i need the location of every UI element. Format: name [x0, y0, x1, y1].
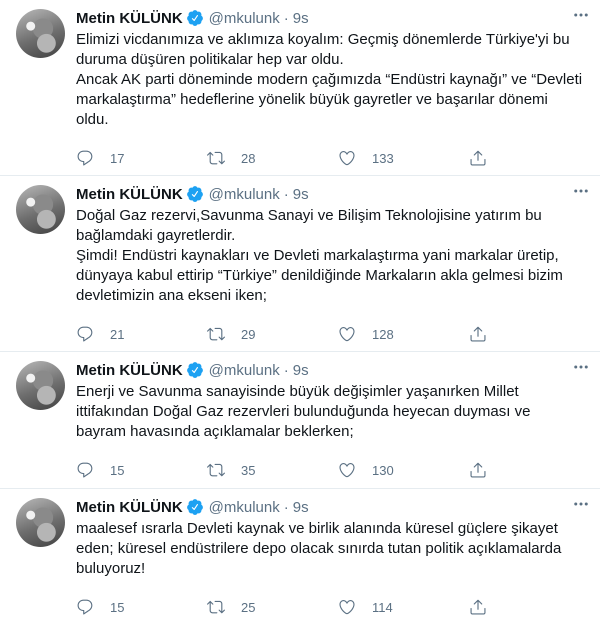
tweet-timestamp[interactable]: 9s: [293, 186, 309, 203]
more-options-icon[interactable]: [572, 358, 590, 376]
avatar[interactable]: [16, 498, 65, 547]
tweet-header: Metin KÜLÜNK @mkulunk · 9s: [76, 7, 584, 29]
retweet-button[interactable]: 29: [207, 325, 338, 343]
heart-icon: [339, 463, 355, 478]
tweet-content: Metin KÜLÜNK @mkulunk · 9s Elimizi vicda…: [76, 7, 584, 168]
share-button[interactable]: [469, 461, 487, 479]
tweet-timestamp[interactable]: 9s: [293, 362, 309, 379]
retweet-button[interactable]: 28: [207, 149, 338, 167]
reply-button[interactable]: 17: [76, 149, 207, 167]
tweet-1[interactable]: Metin KÜLÜNK @mkulunk · 9s Elimizi vicda…: [0, 0, 600, 176]
verified-badge-icon: [186, 185, 204, 203]
verified-badge-icon: [186, 361, 204, 379]
reply-icon: [77, 599, 93, 615]
tweet-paragraph: maalesef ısrarla Devleti kaynak ve birli…: [76, 520, 562, 577]
tweet-content: Metin KÜLÜNK @mkulunk · 9s maalesef ısra…: [76, 496, 584, 617]
like-button[interactable]: 128: [338, 325, 469, 343]
more-options-icon[interactable]: [572, 6, 590, 24]
like-count: 130: [372, 462, 394, 478]
author-handle[interactable]: @mkulunk: [209, 362, 280, 379]
share-icon: [470, 599, 486, 615]
tweet-content: Metin KÜLÜNK @mkulunk · 9s Enerji ve Sav…: [76, 359, 584, 480]
tweet-paragraph: Elimizi vicdanımıza ve aklımıza koyalım:…: [76, 31, 570, 68]
share-button[interactable]: [469, 325, 487, 343]
reply-count: 21: [110, 326, 125, 342]
like-count: 128: [372, 326, 394, 342]
retweet-count: 35: [241, 462, 256, 478]
retweet-count: 29: [241, 326, 256, 342]
reply-icon: [77, 462, 93, 478]
tweet-timestamp[interactable]: 9s: [293, 499, 309, 516]
share-icon: [470, 326, 486, 342]
tweet-actions: 15 35 130: [76, 460, 584, 480]
retweet-count: 25: [241, 599, 256, 615]
tweet-header: Metin KÜLÜNK @mkulunk · 9s: [76, 183, 584, 205]
tweet-paragraph: Doğal Gaz rezervi,Savunma Sanayi ve Bili…: [76, 207, 542, 244]
tweet-text: maalesef ısrarla Devleti kaynak ve birli…: [76, 519, 584, 579]
like-button[interactable]: 130: [338, 461, 469, 479]
separator-dot: ·: [283, 498, 289, 516]
retweet-count: 28: [241, 150, 256, 166]
separator-dot: ·: [283, 9, 289, 27]
share-button[interactable]: [469, 598, 487, 616]
tweet-3[interactable]: Metin KÜLÜNK @mkulunk · 9s Enerji ve Sav…: [0, 352, 600, 489]
share-icon: [470, 462, 486, 478]
author-name[interactable]: Metin KÜLÜNK: [76, 10, 183, 27]
avatar[interactable]: [16, 361, 65, 410]
share-icon: [470, 150, 486, 166]
tweet-header: Metin KÜLÜNK @mkulunk · 9s: [76, 359, 584, 381]
more-options-icon[interactable]: [572, 182, 590, 200]
share-button[interactable]: [469, 149, 487, 167]
tweet-text: Elimizi vicdanımıza ve aklımıza koyalım:…: [76, 30, 584, 130]
tweet-4[interactable]: Metin KÜLÜNK @mkulunk · 9s maalesef ısra…: [0, 489, 600, 624]
retweet-button[interactable]: 25: [207, 598, 338, 616]
tweet-paragraph: Enerji ve Savunma sanayisinde büyük deği…: [76, 383, 531, 440]
retweet-icon: [207, 600, 225, 614]
like-button[interactable]: 133: [338, 149, 469, 167]
reply-button[interactable]: 15: [76, 461, 207, 479]
heart-icon: [339, 327, 355, 342]
tweet-text: Enerji ve Savunma sanayisinde büyük deği…: [76, 382, 584, 442]
more-options-icon[interactable]: [572, 495, 590, 513]
verified-badge-icon: [186, 498, 204, 516]
author-name[interactable]: Metin KÜLÜNK: [76, 362, 183, 379]
reply-count: 15: [110, 462, 125, 478]
separator-dot: ·: [283, 185, 289, 203]
retweet-button[interactable]: 35: [207, 461, 338, 479]
tweet-timestamp[interactable]: 9s: [293, 10, 309, 27]
tweet-header: Metin KÜLÜNK @mkulunk · 9s: [76, 496, 584, 518]
heart-icon: [339, 600, 355, 615]
avatar[interactable]: [16, 185, 65, 234]
reply-count: 15: [110, 599, 125, 615]
reply-button[interactable]: 15: [76, 598, 207, 616]
tweet-actions: 15 25 114: [76, 597, 584, 617]
verified-badge-icon: [186, 9, 204, 27]
reply-button[interactable]: 21: [76, 325, 207, 343]
author-handle[interactable]: @mkulunk: [209, 186, 280, 203]
retweet-icon: [207, 463, 225, 477]
retweet-icon: [207, 327, 225, 341]
tweet-feed: Metin KÜLÜNK @mkulunk · 9s Elimizi vicda…: [0, 0, 600, 624]
reply-icon: [77, 326, 93, 342]
separator-dot: ·: [283, 361, 289, 379]
tweet-actions: 21 29 128: [76, 324, 584, 344]
tweet-content: Metin KÜLÜNK @mkulunk · 9s Doğal Gaz rez…: [76, 183, 584, 344]
avatar[interactable]: [16, 9, 65, 58]
like-count: 114: [372, 599, 393, 615]
author-name[interactable]: Metin KÜLÜNK: [76, 186, 183, 203]
tweet-actions: 17 28 133: [76, 148, 584, 168]
tweet-2[interactable]: Metin KÜLÜNK @mkulunk · 9s Doğal Gaz rez…: [0, 176, 600, 352]
author-handle[interactable]: @mkulunk: [209, 499, 280, 516]
heart-icon: [339, 151, 355, 166]
tweet-paragraph: Ancak AK parti döneminde modern çağımızd…: [76, 71, 583, 128]
author-handle[interactable]: @mkulunk: [209, 10, 280, 27]
reply-icon: [77, 150, 93, 166]
like-count: 133: [372, 150, 394, 166]
reply-count: 17: [110, 150, 125, 166]
tweet-paragraph: Şimdi! Endüstri kaynakları ve Devleti ma…: [76, 247, 563, 304]
retweet-icon: [207, 151, 225, 165]
tweet-text: Doğal Gaz rezervi,Savunma Sanayi ve Bili…: [76, 206, 584, 306]
author-name[interactable]: Metin KÜLÜNK: [76, 499, 183, 516]
like-button[interactable]: 114: [338, 598, 469, 616]
